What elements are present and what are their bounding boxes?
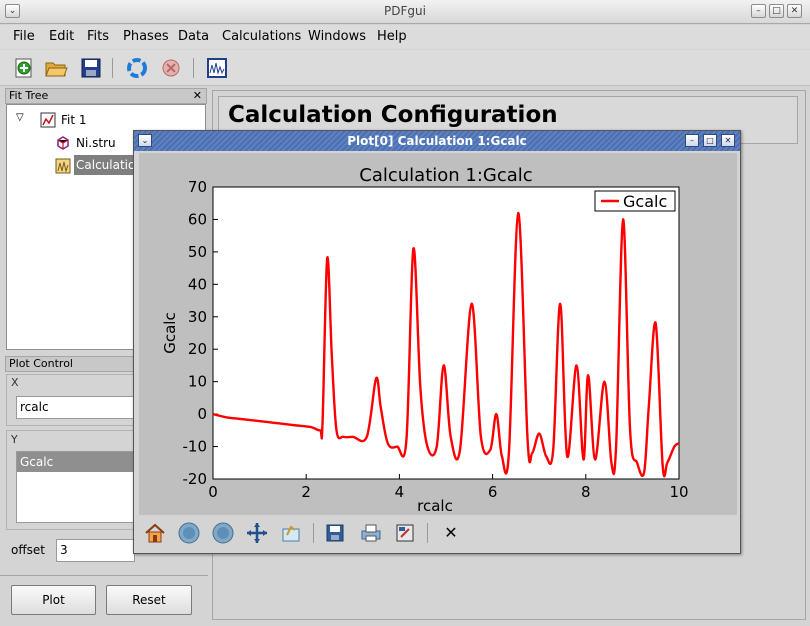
menu-calculations[interactable]: Calculations xyxy=(222,29,301,44)
y-label: Y xyxy=(11,433,18,446)
y-tick-label: 60 xyxy=(188,210,207,228)
menu-edit[interactable]: Edit xyxy=(49,29,74,44)
plot-window-title: Plot[0] Calculation 1:Gcalc xyxy=(347,134,527,148)
x-tick-label: 6 xyxy=(488,483,498,501)
menu-phases[interactable]: Phases xyxy=(123,29,169,44)
open-folder-icon[interactable] xyxy=(44,56,68,80)
x-tick-label: 2 xyxy=(301,483,311,501)
close-button[interactable]: ✕ xyxy=(787,4,802,18)
main-toolbar xyxy=(0,50,810,86)
close-icon[interactable]: ✕ xyxy=(193,89,202,103)
tree-item-fit[interactable]: Fit 1 xyxy=(61,113,87,127)
subplots-icon[interactable] xyxy=(279,521,303,545)
legend: Gcalc xyxy=(594,190,676,212)
chart-title: Calculation 1:Gcalc xyxy=(359,165,532,186)
back-icon[interactable] xyxy=(177,521,201,545)
calculation-icon xyxy=(55,158,71,177)
x-select[interactable]: rcalc xyxy=(16,396,134,419)
minimize-button[interactable]: – xyxy=(751,4,766,18)
y-tick-label: 0 xyxy=(197,405,207,423)
legend-label: Gcalc xyxy=(623,192,667,211)
plot-button[interactable]: Plot xyxy=(11,585,96,615)
toolbar-separator xyxy=(112,58,113,78)
export-data-icon[interactable] xyxy=(393,521,417,545)
x-axis-label: rcalc xyxy=(417,497,453,515)
y-tick-label: 50 xyxy=(188,243,207,261)
maximize-button[interactable]: □ xyxy=(769,4,784,18)
menu-help[interactable]: Help xyxy=(377,29,407,44)
page-title: Calculation Configuration xyxy=(228,102,558,128)
fit-tree-title: Fit Tree xyxy=(9,89,49,102)
y-tick-label: 20 xyxy=(188,340,207,358)
y-tick-label: 10 xyxy=(188,373,207,391)
app-titlebar: ⌄ PDFgui – □ ✕ xyxy=(0,0,810,24)
y-tick-label: 30 xyxy=(188,308,207,326)
plot-toolbar-separator xyxy=(313,523,314,543)
panel-divider xyxy=(0,575,208,576)
reset-button[interactable]: Reset xyxy=(106,585,192,615)
offset-label: offset xyxy=(11,543,45,557)
x-tick-label: 0 xyxy=(208,483,218,501)
toolbar-separator xyxy=(193,58,194,78)
plot-toolbar: ✕ xyxy=(139,517,737,549)
menu-windows[interactable]: Windows xyxy=(308,29,366,44)
y-axis-label: Gcalc xyxy=(161,312,179,353)
menu-data[interactable]: Data xyxy=(178,29,209,44)
plot-window: ⌄ Plot[0] Calculation 1:Gcalc – □ ✕ Calc… xyxy=(133,130,741,554)
y-tick-label: -10 xyxy=(183,438,208,456)
y-tick-label: 70 xyxy=(188,178,207,196)
tree-item-calculation[interactable]: Calculatio xyxy=(74,155,136,175)
forward-icon[interactable] xyxy=(211,521,235,545)
x-label: X xyxy=(11,376,19,389)
y-tick-label: 40 xyxy=(188,275,207,293)
run-refine-icon[interactable] xyxy=(125,56,149,80)
quick-plot-icon[interactable] xyxy=(205,56,229,80)
structure-icon xyxy=(55,135,71,154)
y-list-item-selected[interactable]: Gcalc xyxy=(17,452,133,472)
stop-icon[interactable] xyxy=(159,56,183,80)
plot-canvas[interactable]: Calculation 1:Gcalc rcalc Gcalc 0 2 4 6 8 10 -… xyxy=(139,153,737,515)
menu-file[interactable]: File xyxy=(13,29,35,44)
line-chart: Calculation 1:Gcalc rcalc Gcalc 0 2 4 6 8 10 -… xyxy=(161,165,689,515)
fit-icon xyxy=(40,112,56,131)
offset-input[interactable]: 3 xyxy=(56,539,135,562)
menubar: File Edit Fits Phases Data Calculations … xyxy=(0,25,810,49)
plot-toolbar-separator xyxy=(427,523,428,543)
x-tick-label: 8 xyxy=(581,483,591,501)
home-icon[interactable] xyxy=(143,521,167,545)
pan-icon[interactable] xyxy=(245,521,269,545)
x-tick-label: 10 xyxy=(669,483,688,501)
y-tick-label: -20 xyxy=(183,470,208,488)
plot-minimize-button[interactable]: – xyxy=(685,134,699,147)
x-tick-label: 4 xyxy=(395,483,405,501)
menu-fits[interactable]: Fits xyxy=(87,29,109,44)
new-fit-icon[interactable] xyxy=(12,56,36,80)
plot-control-title: Plot Control xyxy=(9,357,73,370)
print-icon[interactable] xyxy=(359,521,383,545)
y-listbox[interactable]: Gcalc xyxy=(16,451,134,523)
plot-maximize-button[interactable]: □ xyxy=(703,134,717,147)
close-plot-icon[interactable]: ✕ xyxy=(439,521,463,545)
save-figure-icon[interactable] xyxy=(323,521,347,545)
plot-titlebar[interactable]: ⌄ Plot[0] Calculation 1:Gcalc – □ ✕ xyxy=(134,131,740,151)
tree-item-structure[interactable]: Ni.stru xyxy=(76,136,116,150)
fit-tree-header: Fit Tree ✕ xyxy=(5,88,207,104)
save-icon[interactable] xyxy=(79,56,103,80)
plot-close-button[interactable]: ✕ xyxy=(721,134,735,147)
app-title: PDFgui xyxy=(384,4,426,18)
expand-toggle-icon[interactable]: ▽ xyxy=(16,112,24,123)
